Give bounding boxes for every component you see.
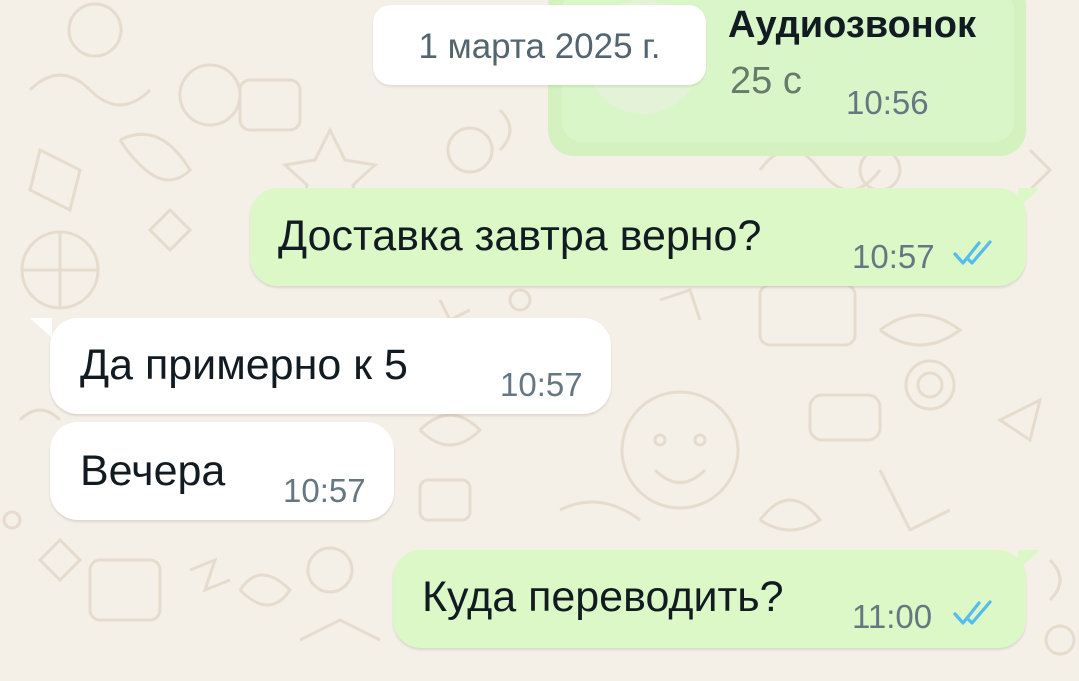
bubble-tail xyxy=(1018,550,1040,570)
double-check-read-icon xyxy=(953,600,992,625)
message-time: 11:00 xyxy=(852,598,933,635)
message-time: 10:57 xyxy=(283,472,366,509)
call-duration: 25 с xyxy=(730,60,802,102)
date-separator: 1 марта 2025 г. xyxy=(373,5,706,85)
message-text: Доставка завтра верно? xyxy=(278,212,762,260)
bubble-tail xyxy=(1018,188,1040,208)
message-time: 10:57 xyxy=(500,366,583,403)
bubble-tail xyxy=(30,318,52,338)
call-title: Аудиозвонок xyxy=(728,4,976,46)
message-text: Вечера xyxy=(80,447,226,495)
double-check-read-icon xyxy=(953,240,992,265)
message-text: Куда переводить? xyxy=(422,573,784,621)
call-time: 10:56 xyxy=(846,84,929,121)
message-time: 10:57 xyxy=(852,238,935,275)
date-separator-label: 1 марта 2025 г. xyxy=(418,27,661,66)
message-text: Да примерно к 5 xyxy=(80,341,408,389)
